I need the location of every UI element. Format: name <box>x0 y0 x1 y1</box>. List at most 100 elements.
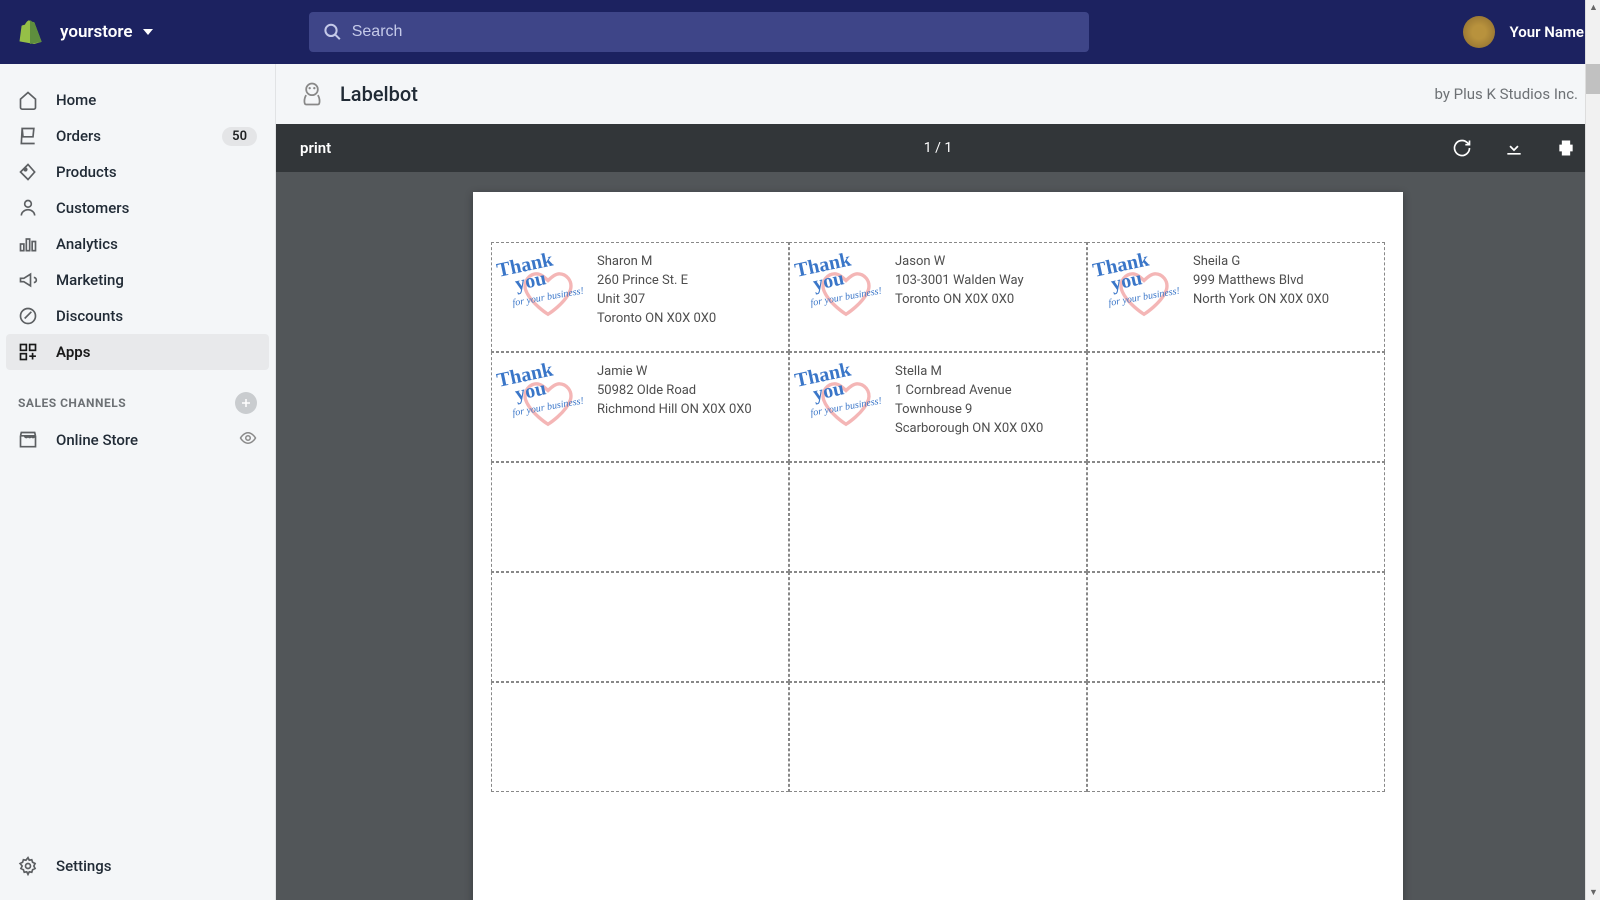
pdf-document-title: print <box>300 139 331 157</box>
scroll-up-icon[interactable]: ▲ <box>1586 0 1600 15</box>
address-line: Toronto ON X0X 0X0 <box>895 291 1024 310</box>
sidebar-item-discounts[interactable]: Discounts <box>0 298 275 334</box>
discounts-icon <box>18 306 38 326</box>
address-line: Richmond Hill ON X0X 0X0 <box>597 401 752 420</box>
view-store-icon[interactable] <box>239 429 257 451</box>
search-box[interactable] <box>309 12 1089 52</box>
pdf-toolbar: print 1 / 1 <box>276 124 1600 172</box>
label-cell <box>1087 462 1385 572</box>
label-cell: Thank you for your business! Stella M 1 … <box>789 352 1087 462</box>
sidebar-item-products[interactable]: Products <box>0 154 275 190</box>
pdf-page-indicator: 1 / 1 <box>924 140 952 156</box>
sidebar-item-settings[interactable]: Settings <box>0 848 275 884</box>
store-name-label: yourstore <box>60 22 133 42</box>
search-input[interactable] <box>352 23 1075 41</box>
sidebar-item-customers[interactable]: Customers <box>0 190 275 226</box>
address-block: Sheila G 999 Matthews Blvd North York ON… <box>1193 253 1329 310</box>
address-line: Toronto ON X0X 0X0 <box>597 310 716 329</box>
main-content: Labelbot by Plus K Studios Inc. print 1 … <box>276 64 1600 900</box>
thankyou-graphic: Thank you for your business! <box>498 363 593 443</box>
address-line: 103-3001 Walden Way <box>895 272 1024 291</box>
sidebar-item-label: Settings <box>56 857 112 875</box>
pdf-page: Thank you for your business! Sharon M 26… <box>473 192 1403 900</box>
address-line: 260 Prince St. E <box>597 272 716 291</box>
sales-channels-label: SALES CHANNELS <box>18 396 126 410</box>
thankyou-graphic: Thank you for your business! <box>796 363 891 443</box>
online-store-icon <box>18 430 38 450</box>
sidebar-item-label: Products <box>56 163 117 181</box>
scroll-down-icon[interactable]: ▼ <box>1586 885 1600 900</box>
sales-channels-header: SALES CHANNELS <box>0 370 275 422</box>
label-cell: Thank you for your business! Sharon M 26… <box>491 242 789 352</box>
label-cell <box>1087 682 1385 792</box>
sidebar-item-marketing[interactable]: Marketing <box>0 262 275 298</box>
orders-icon <box>18 126 38 146</box>
label-cell: Thank you for your business! Jason W 103… <box>789 242 1087 352</box>
label-cell <box>1087 352 1385 462</box>
address-line: 999 Matthews Blvd <box>1193 272 1329 291</box>
address-line: North York ON X0X 0X0 <box>1193 291 1329 310</box>
vertical-scrollbar[interactable]: ▲ ▼ <box>1585 0 1600 900</box>
address-line: Scarborough ON X0X 0X0 <box>895 420 1043 439</box>
thankyou-graphic: Thank you for your business! <box>1094 253 1189 333</box>
address-name: Sharon M <box>597 253 716 272</box>
sidebar-item-label: Apps <box>56 343 90 361</box>
label-cell: Thank you for your business! Sheila G 99… <box>1087 242 1385 352</box>
app-by-text: by Plus K Studios Inc. <box>1434 85 1578 103</box>
user-name-label: Your Name <box>1509 23 1584 41</box>
label-cell <box>491 572 789 682</box>
sidebar-item-label: Customers <box>56 199 129 217</box>
search-wrap <box>309 12 1089 52</box>
pdf-canvas[interactable]: Thank you for your business! Sharon M 26… <box>276 172 1600 900</box>
products-icon <box>18 162 38 182</box>
address-name: Jason W <box>895 253 1024 272</box>
label-cell <box>1087 572 1385 682</box>
labelbot-icon <box>298 80 326 108</box>
apps-icon <box>18 342 38 362</box>
label-cell <box>789 682 1087 792</box>
topbar: yourstore Your Name <box>0 0 1600 64</box>
label-cell <box>491 682 789 792</box>
analytics-icon <box>18 234 38 254</box>
pdf-print-button[interactable] <box>1556 138 1576 158</box>
address-name: Sheila G <box>1193 253 1329 272</box>
labels-grid: Thank you for your business! Sharon M 26… <box>491 242 1385 792</box>
sidebar-item-label: Analytics <box>56 235 118 253</box>
user-menu[interactable]: Your Name <box>1463 16 1584 48</box>
settings-icon <box>18 856 38 876</box>
address-name: Jamie W <box>597 363 752 382</box>
label-cell <box>789 462 1087 572</box>
label-cell: Thank you for your business! Jamie W 509… <box>491 352 789 462</box>
address-name: Stella M <box>895 363 1043 382</box>
store-switcher[interactable]: yourstore <box>60 22 153 42</box>
sidebar-item-label: Marketing <box>56 271 124 289</box>
orders-badge: 50 <box>222 127 257 146</box>
address-line: Unit 307 <box>597 291 716 310</box>
home-icon <box>18 90 38 110</box>
search-icon <box>323 22 342 42</box>
address-block: Sharon M 260 Prince St. E Unit 307 Toron… <box>597 253 716 328</box>
sidebar-item-label: Home <box>56 91 96 109</box>
sidebar-item-orders[interactable]: Orders 50 <box>0 118 275 154</box>
sidebar-item-analytics[interactable]: Analytics <box>0 226 275 262</box>
add-channel-button[interactable] <box>235 392 257 414</box>
scrollbar-thumb[interactable] <box>1586 64 1600 94</box>
sidebar-item-label: Orders <box>56 127 101 145</box>
address-block: Stella M 1 Cornbread Avenue Townhouse 9 … <box>895 363 1043 438</box>
sidebar-item-online-store[interactable]: Online Store <box>0 422 275 458</box>
app-title: Labelbot <box>340 82 418 106</box>
label-cell <box>491 462 789 572</box>
marketing-icon <box>18 270 38 290</box>
thankyou-graphic: Thank you for your business! <box>796 253 891 333</box>
label-cell <box>789 572 1087 682</box>
sidebar-item-apps[interactable]: Apps <box>6 334 269 370</box>
address-line: Townhouse 9 <box>895 401 1043 420</box>
sidebar-item-home[interactable]: Home <box>0 82 275 118</box>
thankyou-graphic: Thank you for your business! <box>498 253 593 333</box>
avatar <box>1463 16 1495 48</box>
pdf-download-button[interactable] <box>1504 138 1524 158</box>
pdf-rotate-button[interactable] <box>1452 138 1472 158</box>
app-header: Labelbot by Plus K Studios Inc. <box>276 64 1600 124</box>
address-line: 50982 Olde Road <box>597 382 752 401</box>
sidebar-item-label: Discounts <box>56 307 123 325</box>
